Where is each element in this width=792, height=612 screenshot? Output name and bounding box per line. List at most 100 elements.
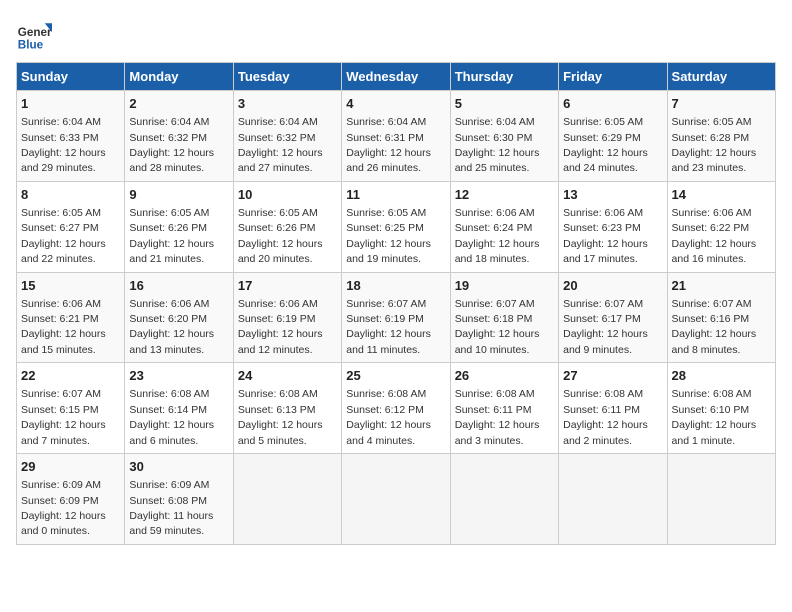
day-info: Sunrise: 6:06 AMSunset: 6:20 PMDaylight:… xyxy=(129,298,214,356)
calendar-week-row: 22 Sunrise: 6:07 AMSunset: 6:15 PMDaylig… xyxy=(17,363,776,454)
day-number: 4 xyxy=(346,95,445,113)
calendar-cell: 24 Sunrise: 6:08 AMSunset: 6:13 PMDaylig… xyxy=(233,363,341,454)
weekday-header-thursday: Thursday xyxy=(450,63,558,91)
calendar-cell: 15 Sunrise: 6:06 AMSunset: 6:21 PMDaylig… xyxy=(17,272,125,363)
day-number: 7 xyxy=(672,95,771,113)
day-info: Sunrise: 6:07 AMSunset: 6:15 PMDaylight:… xyxy=(21,388,106,446)
calendar-cell: 2 Sunrise: 6:04 AMSunset: 6:32 PMDayligh… xyxy=(125,91,233,182)
calendar-cell: 3 Sunrise: 6:04 AMSunset: 6:32 PMDayligh… xyxy=(233,91,341,182)
calendar-cell xyxy=(559,454,667,545)
weekday-header-wednesday: Wednesday xyxy=(342,63,450,91)
calendar-cell: 25 Sunrise: 6:08 AMSunset: 6:12 PMDaylig… xyxy=(342,363,450,454)
calendar-cell: 6 Sunrise: 6:05 AMSunset: 6:29 PMDayligh… xyxy=(559,91,667,182)
header: General Blue xyxy=(16,16,776,52)
day-info: Sunrise: 6:07 AMSunset: 6:17 PMDaylight:… xyxy=(563,298,648,356)
day-number: 19 xyxy=(455,277,554,295)
day-info: Sunrise: 6:08 AMSunset: 6:14 PMDaylight:… xyxy=(129,388,214,446)
day-info: Sunrise: 6:05 AMSunset: 6:28 PMDaylight:… xyxy=(672,116,757,174)
day-number: 11 xyxy=(346,186,445,204)
calendar-cell: 4 Sunrise: 6:04 AMSunset: 6:31 PMDayligh… xyxy=(342,91,450,182)
calendar-cell: 22 Sunrise: 6:07 AMSunset: 6:15 PMDaylig… xyxy=(17,363,125,454)
day-info: Sunrise: 6:09 AMSunset: 6:08 PMDaylight:… xyxy=(129,479,213,537)
day-info: Sunrise: 6:04 AMSunset: 6:32 PMDaylight:… xyxy=(129,116,214,174)
day-info: Sunrise: 6:08 AMSunset: 6:11 PMDaylight:… xyxy=(455,388,540,446)
day-info: Sunrise: 6:04 AMSunset: 6:32 PMDaylight:… xyxy=(238,116,323,174)
day-info: Sunrise: 6:08 AMSunset: 6:13 PMDaylight:… xyxy=(238,388,323,446)
day-info: Sunrise: 6:06 AMSunset: 6:24 PMDaylight:… xyxy=(455,207,540,265)
day-number: 6 xyxy=(563,95,662,113)
calendar-cell: 21 Sunrise: 6:07 AMSunset: 6:16 PMDaylig… xyxy=(667,272,775,363)
day-info: Sunrise: 6:08 AMSunset: 6:11 PMDaylight:… xyxy=(563,388,648,446)
day-info: Sunrise: 6:05 AMSunset: 6:26 PMDaylight:… xyxy=(129,207,214,265)
weekday-header-tuesday: Tuesday xyxy=(233,63,341,91)
day-info: Sunrise: 6:08 AMSunset: 6:12 PMDaylight:… xyxy=(346,388,431,446)
calendar-cell: 13 Sunrise: 6:06 AMSunset: 6:23 PMDaylig… xyxy=(559,181,667,272)
day-number: 26 xyxy=(455,367,554,385)
calendar-week-row: 29 Sunrise: 6:09 AMSunset: 6:09 PMDaylig… xyxy=(17,454,776,545)
calendar-cell: 8 Sunrise: 6:05 AMSunset: 6:27 PMDayligh… xyxy=(17,181,125,272)
day-number: 20 xyxy=(563,277,662,295)
day-info: Sunrise: 6:08 AMSunset: 6:10 PMDaylight:… xyxy=(672,388,757,446)
calendar-week-row: 8 Sunrise: 6:05 AMSunset: 6:27 PMDayligh… xyxy=(17,181,776,272)
day-info: Sunrise: 6:05 AMSunset: 6:25 PMDaylight:… xyxy=(346,207,431,265)
day-number: 30 xyxy=(129,458,228,476)
calendar-cell: 30 Sunrise: 6:09 AMSunset: 6:08 PMDaylig… xyxy=(125,454,233,545)
day-number: 8 xyxy=(21,186,120,204)
day-info: Sunrise: 6:05 AMSunset: 6:27 PMDaylight:… xyxy=(21,207,106,265)
day-number: 27 xyxy=(563,367,662,385)
day-info: Sunrise: 6:04 AMSunset: 6:33 PMDaylight:… xyxy=(21,116,106,174)
weekday-header-friday: Friday xyxy=(559,63,667,91)
day-info: Sunrise: 6:05 AMSunset: 6:29 PMDaylight:… xyxy=(563,116,648,174)
day-number: 2 xyxy=(129,95,228,113)
calendar-table: SundayMondayTuesdayWednesdayThursdayFrid… xyxy=(16,62,776,545)
day-number: 3 xyxy=(238,95,337,113)
day-number: 29 xyxy=(21,458,120,476)
day-number: 14 xyxy=(672,186,771,204)
svg-text:General: General xyxy=(18,26,52,39)
day-number: 23 xyxy=(129,367,228,385)
svg-text:Blue: Blue xyxy=(18,38,44,51)
day-info: Sunrise: 6:06 AMSunset: 6:19 PMDaylight:… xyxy=(238,298,323,356)
calendar-cell: 12 Sunrise: 6:06 AMSunset: 6:24 PMDaylig… xyxy=(450,181,558,272)
calendar-cell: 10 Sunrise: 6:05 AMSunset: 6:26 PMDaylig… xyxy=(233,181,341,272)
day-info: Sunrise: 6:07 AMSunset: 6:16 PMDaylight:… xyxy=(672,298,757,356)
day-number: 13 xyxy=(563,186,662,204)
day-number: 25 xyxy=(346,367,445,385)
day-number: 10 xyxy=(238,186,337,204)
calendar-cell: 11 Sunrise: 6:05 AMSunset: 6:25 PMDaylig… xyxy=(342,181,450,272)
calendar-cell xyxy=(342,454,450,545)
day-number: 24 xyxy=(238,367,337,385)
calendar-cell: 19 Sunrise: 6:07 AMSunset: 6:18 PMDaylig… xyxy=(450,272,558,363)
calendar-cell: 16 Sunrise: 6:06 AMSunset: 6:20 PMDaylig… xyxy=(125,272,233,363)
calendar-cell: 20 Sunrise: 6:07 AMSunset: 6:17 PMDaylig… xyxy=(559,272,667,363)
day-info: Sunrise: 6:06 AMSunset: 6:21 PMDaylight:… xyxy=(21,298,106,356)
calendar-cell: 27 Sunrise: 6:08 AMSunset: 6:11 PMDaylig… xyxy=(559,363,667,454)
day-info: Sunrise: 6:06 AMSunset: 6:23 PMDaylight:… xyxy=(563,207,648,265)
day-info: Sunrise: 6:07 AMSunset: 6:18 PMDaylight:… xyxy=(455,298,540,356)
day-number: 22 xyxy=(21,367,120,385)
calendar-cell xyxy=(233,454,341,545)
weekday-header-saturday: Saturday xyxy=(667,63,775,91)
logo: General Blue xyxy=(16,16,56,52)
day-number: 15 xyxy=(21,277,120,295)
calendar-cell: 18 Sunrise: 6:07 AMSunset: 6:19 PMDaylig… xyxy=(342,272,450,363)
calendar-cell: 23 Sunrise: 6:08 AMSunset: 6:14 PMDaylig… xyxy=(125,363,233,454)
day-info: Sunrise: 6:09 AMSunset: 6:09 PMDaylight:… xyxy=(21,479,106,537)
day-number: 12 xyxy=(455,186,554,204)
calendar-cell xyxy=(450,454,558,545)
calendar-cell: 26 Sunrise: 6:08 AMSunset: 6:11 PMDaylig… xyxy=(450,363,558,454)
day-number: 18 xyxy=(346,277,445,295)
calendar-week-row: 15 Sunrise: 6:06 AMSunset: 6:21 PMDaylig… xyxy=(17,272,776,363)
calendar-cell: 9 Sunrise: 6:05 AMSunset: 6:26 PMDayligh… xyxy=(125,181,233,272)
calendar-cell: 28 Sunrise: 6:08 AMSunset: 6:10 PMDaylig… xyxy=(667,363,775,454)
day-number: 9 xyxy=(129,186,228,204)
calendar-cell: 1 Sunrise: 6:04 AMSunset: 6:33 PMDayligh… xyxy=(17,91,125,182)
day-info: Sunrise: 6:04 AMSunset: 6:31 PMDaylight:… xyxy=(346,116,431,174)
day-number: 1 xyxy=(21,95,120,113)
day-number: 5 xyxy=(455,95,554,113)
day-info: Sunrise: 6:06 AMSunset: 6:22 PMDaylight:… xyxy=(672,207,757,265)
day-number: 21 xyxy=(672,277,771,295)
day-info: Sunrise: 6:04 AMSunset: 6:30 PMDaylight:… xyxy=(455,116,540,174)
weekday-header-monday: Monday xyxy=(125,63,233,91)
day-info: Sunrise: 6:05 AMSunset: 6:26 PMDaylight:… xyxy=(238,207,323,265)
